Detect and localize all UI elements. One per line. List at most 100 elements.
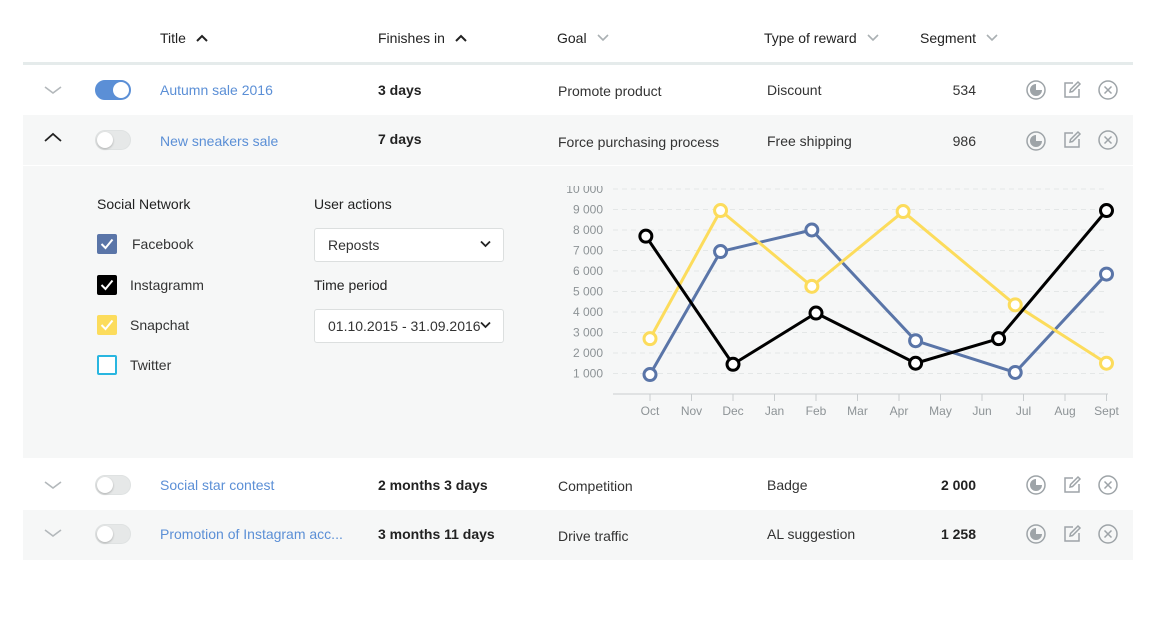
campaign-title-link[interactable]: Social star contest — [160, 477, 274, 493]
x-tick-label: Aug — [1054, 404, 1075, 418]
chevron-down-icon[interactable] — [43, 475, 63, 495]
line-chart: 1 000 2 000 3 000 4 000 5 000 6 000 7 000 8 000… — [566, 186, 1119, 418]
chevron-up-icon — [455, 34, 467, 42]
close-circle-icon[interactable] — [1097, 474, 1119, 496]
x-tick-label: Sept — [1094, 404, 1119, 418]
segment-value: 2 000 — [940, 477, 976, 493]
column-goal-header[interactable]: Goal — [557, 30, 609, 46]
network-label: Instagramm — [130, 277, 204, 293]
edit-icon[interactable] — [1061, 79, 1083, 101]
campaign-title-link[interactable]: Autumn sale 2016 — [160, 82, 273, 98]
chevron-up-icon[interactable] — [43, 128, 63, 148]
table-header: Title Finishes in Goal Type of reward Se… — [23, 14, 1133, 65]
x-tick-label: Oct — [641, 404, 660, 418]
data-point — [991, 331, 1007, 347]
checkbox-checked-icon[interactable] — [97, 234, 117, 254]
toggle-knob — [97, 526, 113, 542]
data-point — [713, 244, 729, 260]
time-period-value: 01.10.2015 - 31.09.2016 — [328, 318, 481, 334]
edit-icon[interactable] — [1061, 523, 1083, 545]
y-tick-label: 3 000 — [573, 326, 603, 340]
network-option-snapchat[interactable]: Snapchat — [97, 315, 189, 335]
data-point — [638, 228, 654, 244]
y-tick-label: 6 000 — [573, 264, 603, 278]
reward-type: Discount — [767, 82, 822, 98]
toggle-knob — [97, 132, 113, 148]
campaign-title-link[interactable]: Promotion of Instagram acc... — [160, 526, 343, 542]
time-period-title: Time period — [314, 277, 388, 293]
data-point — [908, 355, 924, 371]
campaign-toggle[interactable] — [95, 524, 131, 544]
goal: Promote product — [558, 83, 662, 99]
chevron-down-icon — [867, 34, 879, 42]
table-row: Promotion of Instagram acc... 3 months 1… — [23, 510, 1133, 560]
segment-value: 1 258 — [940, 526, 976, 542]
data-point — [908, 333, 924, 349]
data-point — [725, 356, 741, 372]
network-option-instagram[interactable]: Instagramm — [97, 275, 204, 295]
table-row: New sneakers sale 7 days Force purchasin… — [23, 115, 1133, 165]
x-tick-label: Nov — [681, 404, 702, 418]
user-actions-select[interactable]: Reposts — [314, 228, 504, 262]
data-point — [804, 222, 820, 238]
network-label: Snapchat — [130, 317, 190, 333]
edit-icon[interactable] — [1061, 129, 1083, 151]
campaign-details-panel: Social Network Facebook Instagramm Snapc… — [23, 166, 1133, 458]
y-tick-label: 4 000 — [573, 305, 603, 319]
data-point — [1007, 297, 1023, 313]
data-point — [895, 204, 911, 220]
campaign-toggle[interactable] — [95, 80, 131, 100]
reward-type: Badge — [767, 477, 808, 493]
data-point — [642, 367, 658, 383]
table-row: Social star contest 2 months 3 days Comp… — [23, 460, 1133, 510]
pie-chart-icon[interactable] — [1025, 523, 1047, 545]
goal: Drive traffic — [558, 528, 629, 544]
pie-chart-icon[interactable] — [1025, 130, 1047, 152]
pie-chart-icon[interactable] — [1025, 79, 1047, 101]
data-point — [713, 203, 729, 219]
network-option-facebook[interactable]: Facebook — [97, 234, 193, 254]
y-tick-label: 7 000 — [573, 244, 603, 258]
data-point — [804, 278, 820, 294]
campaign-toggle[interactable] — [95, 130, 131, 150]
x-tick-label: May — [929, 404, 952, 418]
chevron-down-icon — [480, 321, 491, 329]
chevron-down-icon[interactable] — [43, 80, 63, 100]
column-reward-label: Type of reward — [764, 30, 857, 46]
column-finishes-label: Finishes in — [378, 30, 445, 46]
chevron-up-icon — [196, 34, 208, 42]
pie-chart-icon[interactable] — [1025, 474, 1047, 496]
x-tick-label: Feb — [806, 404, 827, 418]
x-tick-label: Dec — [722, 404, 743, 418]
data-point — [1099, 266, 1114, 282]
checkbox-checked-icon[interactable] — [97, 275, 117, 295]
close-circle-icon[interactable] — [1097, 79, 1119, 101]
finishes-in: 2 months 3 days — [378, 477, 488, 493]
x-tick-label: Mar — [847, 404, 868, 418]
finishes-in: 3 days — [378, 82, 422, 98]
segment-value: 986 — [952, 133, 976, 149]
network-option-twitter[interactable]: Twitter — [97, 355, 171, 375]
network-label: Facebook — [132, 236, 194, 252]
chevron-down-icon — [986, 34, 998, 42]
checkbox-checked-icon[interactable] — [97, 315, 117, 335]
close-circle-icon[interactable] — [1097, 523, 1119, 545]
y-tick-label: 5 000 — [573, 285, 603, 299]
close-circle-icon[interactable] — [1097, 129, 1119, 151]
column-title-header[interactable]: Title — [160, 30, 208, 46]
x-tick-label: Apr — [890, 404, 909, 418]
finishes-in: 3 months 11 days — [378, 526, 495, 542]
finishes-in: 7 days — [378, 131, 422, 147]
edit-icon[interactable] — [1061, 474, 1083, 496]
table-row: Autumn sale 2016 3 days Promote product … — [23, 65, 1133, 115]
column-reward-header[interactable]: Type of reward — [764, 30, 879, 46]
social-network-title: Social Network — [97, 196, 191, 212]
column-segment-header[interactable]: Segment — [920, 30, 998, 46]
campaign-toggle[interactable] — [95, 475, 131, 495]
time-period-select[interactable]: 01.10.2015 - 31.09.2016 — [314, 309, 504, 343]
checkbox-unchecked-icon[interactable] — [97, 355, 117, 375]
chevron-down-icon — [597, 34, 609, 42]
column-finishes-header[interactable]: Finishes in — [378, 30, 467, 46]
chevron-down-icon[interactable] — [43, 523, 63, 543]
campaign-title-link[interactable]: New sneakers sale — [160, 133, 278, 149]
